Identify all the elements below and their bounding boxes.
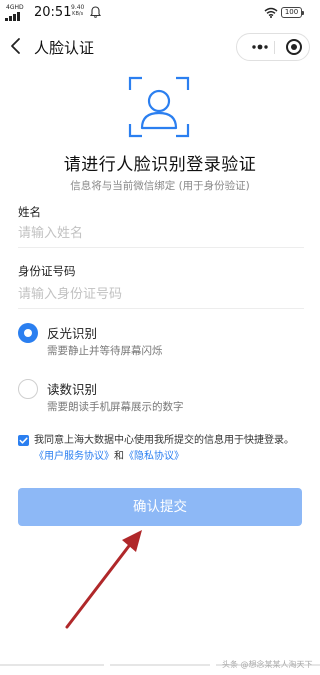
reflection-option-desc: 需要静止并等待屏幕闪烁: [47, 345, 163, 357]
subtitle: 信息将与当前微信绑定 (用于身份验证): [70, 180, 250, 192]
network-sub: HD: [14, 4, 24, 11]
bottom-seg-left: [0, 664, 104, 666]
back-arrow-icon[interactable]: [6, 36, 26, 56]
close-target-icon[interactable]: [281, 34, 307, 60]
capsule-divider: [274, 41, 275, 54]
watermark: 头条 @想念某某人淘天下: [222, 660, 313, 669]
screen: 4GHD 20:51 9.40 KB/s 100 人脸认证 请进行人脸识别登录验…: [0, 0, 320, 675]
user-service-agreement-link[interactable]: 《用户服务协议》: [34, 451, 114, 462]
wifi-icon: [264, 7, 278, 18]
status-bar: 4GHD 20:51 9.40 KB/s 100: [0, 0, 320, 28]
bottom-seg-mid: [110, 664, 210, 666]
network-indicator: 4GHD: [6, 4, 24, 11]
read-number-option-desc: 需要朗读手机屏幕展示的数字: [47, 401, 184, 413]
checkmark-icon: [19, 437, 28, 444]
page-title: 人脸认证: [34, 39, 95, 57]
battery-indicator: 100: [281, 7, 304, 18]
agreement-and: 和: [114, 451, 124, 462]
main-title: 请进行人脸识别登录验证: [63, 155, 257, 175]
more-dots-icon[interactable]: [247, 34, 273, 60]
speed-unit: KB/s: [72, 11, 84, 17]
read-number-radio[interactable]: [18, 379, 38, 399]
id-number-label: 身份证号码: [18, 264, 76, 278]
name-label: 姓名: [18, 205, 41, 219]
name-underline: [18, 247, 304, 248]
privacy-agreement-link[interactable]: 《隐私协议》: [124, 451, 184, 462]
face-scan-icon: [128, 76, 190, 138]
reflection-radio[interactable]: [18, 323, 38, 343]
submit-button[interactable]: 确认提交: [18, 488, 302, 526]
agreement-text: 我同意上海大数据中心使用我所提交的信息用于快捷登录。《用户服务协议》和《隐私协议…: [34, 433, 304, 465]
name-input[interactable]: [18, 222, 302, 244]
reflection-option-title[interactable]: 反光识别: [47, 323, 97, 342]
clock: 20:51: [34, 5, 72, 20]
id-number-input[interactable]: [18, 283, 302, 305]
network-speed: 9.40 KB/s: [71, 5, 84, 18]
id-number-underline: [18, 308, 304, 309]
agreement-checkbox[interactable]: [18, 435, 29, 446]
title-bar: 人脸认证: [0, 28, 320, 64]
signal-icon: [5, 12, 20, 21]
agreement-statement: 我同意上海大数据中心使用我所提交的信息用于快捷登录。: [34, 435, 294, 446]
notification-bell-icon: [90, 6, 101, 18]
miniprogram-capsule: [236, 33, 310, 61]
read-number-option-title[interactable]: 读数识别: [47, 379, 97, 398]
